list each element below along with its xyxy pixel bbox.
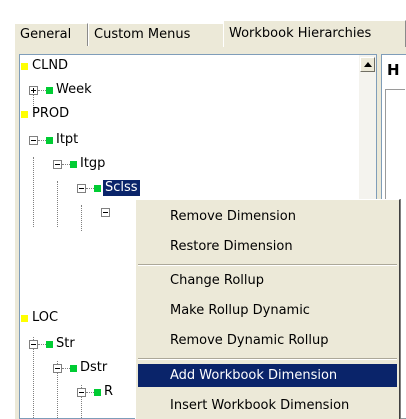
menu-item-remove-dimension[interactable]: Remove Dimension <box>138 205 397 228</box>
collapse-minus-icon[interactable] <box>29 340 38 349</box>
tree-node-label: LOC <box>32 310 59 325</box>
tree-node-clnd[interactable]: CLND <box>20 57 220 75</box>
tree-guide-line <box>38 344 46 345</box>
menu-separator <box>138 358 397 360</box>
expand-plus-icon[interactable] <box>29 86 38 95</box>
tree-node-label: PROD <box>32 106 70 121</box>
menu-item-change-rollup[interactable]: Change Rollup <box>138 269 397 292</box>
menu-separator <box>138 264 397 266</box>
tab-workbook-hierarchies-label: Workbook Hierarchies <box>229 26 372 41</box>
tab-custom-menus[interactable]: Custom Menus <box>88 23 224 46</box>
collapse-minus-icon[interactable] <box>77 184 86 193</box>
tree-guide-line <box>62 368 70 369</box>
tree-node-week[interactable]: Week <box>20 81 220 99</box>
level-marker-icon <box>70 365 77 372</box>
collapse-minus-icon[interactable] <box>101 208 110 217</box>
level-marker-icon <box>94 185 101 192</box>
level-marker-icon <box>46 341 53 348</box>
collapse-minus-icon[interactable] <box>53 364 62 373</box>
tree-node-label: Itgp <box>80 156 106 171</box>
tab-general[interactable]: General <box>14 23 88 46</box>
collapse-minus-icon[interactable] <box>53 160 62 169</box>
arrow-up-icon <box>364 62 372 67</box>
tree-node-label: Dstr <box>80 360 108 375</box>
menu-item-make-rollup-dynamic[interactable]: Make Rollup Dynamic <box>138 299 397 322</box>
collapse-minus-icon[interactable] <box>77 388 86 397</box>
tree-node-itpt[interactable]: Itpt <box>20 131 220 149</box>
scroll-up-button[interactable] <box>360 57 375 72</box>
tree-node-itgp[interactable]: Itgp <box>20 155 220 173</box>
level-marker-icon <box>46 87 53 94</box>
level-marker-icon <box>70 161 77 168</box>
tree-node-label: CLND <box>32 58 69 73</box>
tree-guide-line <box>86 392 94 393</box>
dimension-marker-icon <box>21 315 28 322</box>
tree-node-label: Itpt <box>56 132 79 147</box>
menu-item-add-workbook-dimension[interactable]: Add Workbook Dimension <box>138 364 397 387</box>
menu-item-restore-dimension[interactable]: Restore Dimension <box>138 235 397 258</box>
tree-node-prod[interactable]: PROD <box>20 105 220 123</box>
tree-guide-line <box>38 140 46 141</box>
menu-item-remove-dynamic-rollup[interactable]: Remove Dynamic Rollup <box>138 329 397 352</box>
level-marker-icon <box>46 137 53 144</box>
tree-guide-line <box>86 188 94 189</box>
detail-pane-title: H <box>387 61 400 79</box>
tree-node-label: Week <box>56 82 92 97</box>
level-marker-icon <box>94 389 101 396</box>
tab-custom-menus-label: Custom Menus <box>94 27 191 42</box>
dimension-marker-icon <box>21 63 28 70</box>
tree-node-sclss[interactable]: Sclss <box>20 179 220 197</box>
tree-node-label: R <box>104 384 114 399</box>
tree-node-label: Sclss <box>103 180 140 196</box>
workbook-hierarchies-dialog: General Custom Menus Workbook Hierarchie… <box>0 0 406 419</box>
tree-guide-line <box>38 90 46 91</box>
tab-workbook-hierarchies[interactable]: Workbook Hierarchies <box>223 20 406 47</box>
tree-guide-line <box>62 164 70 165</box>
dimension-marker-icon <box>21 111 28 118</box>
tab-general-label: General <box>20 27 72 42</box>
tab-strip: General Custom Menus Workbook Hierarchie… <box>14 20 406 47</box>
context-menu: Remove Dimension Restore Dimension Chang… <box>135 199 400 419</box>
tree-node-label: Str <box>56 336 75 351</box>
menu-item-insert-workbook-dimension[interactable]: Insert Workbook Dimension <box>138 394 397 417</box>
collapse-minus-icon[interactable] <box>29 136 38 145</box>
